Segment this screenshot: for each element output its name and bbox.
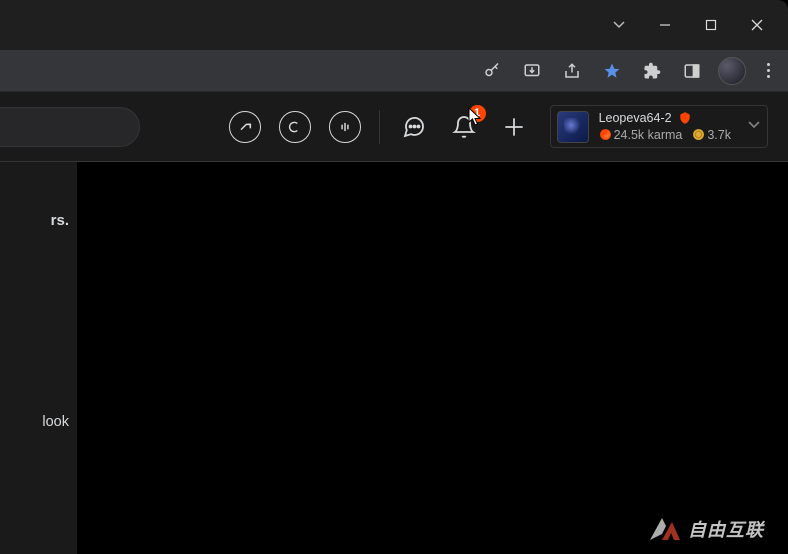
window-titlebar bbox=[0, 0, 788, 50]
browser-toolbar bbox=[0, 50, 788, 92]
profile-avatar[interactable] bbox=[718, 57, 746, 85]
sidebar-text-fragment: rs. bbox=[0, 212, 77, 229]
talk-icon[interactable] bbox=[329, 111, 361, 143]
extensions-icon[interactable] bbox=[638, 57, 666, 85]
chat-icon[interactable] bbox=[398, 111, 430, 143]
share-icon[interactable] bbox=[558, 57, 586, 85]
sidepanel-icon[interactable] bbox=[678, 57, 706, 85]
minimize-button[interactable] bbox=[642, 10, 688, 40]
tab-search-dropdown[interactable] bbox=[602, 10, 636, 40]
page-content: rs. look bbox=[0, 162, 788, 554]
divider bbox=[379, 110, 380, 144]
user-menu[interactable]: Leopeva64-2 24.5k karma 3.7k bbox=[550, 105, 768, 148]
coins-icon bbox=[692, 128, 705, 141]
karma-value: 24.5k karma bbox=[614, 127, 683, 143]
watermark: 自由互联 bbox=[648, 514, 764, 544]
karma-icon bbox=[599, 128, 612, 141]
user-avatar bbox=[557, 111, 589, 143]
notifications-icon[interactable]: 1 bbox=[448, 111, 480, 143]
search-input[interactable] bbox=[0, 107, 140, 147]
create-post-button[interactable] bbox=[498, 111, 530, 143]
coins-value: 3.7k bbox=[707, 127, 731, 143]
coin-icon[interactable] bbox=[279, 111, 311, 143]
watermark-text: 自由互联 bbox=[688, 516, 764, 542]
install-icon[interactable] bbox=[518, 57, 546, 85]
sidebar-text-fragment: look bbox=[0, 414, 77, 430]
notification-badge: 1 bbox=[469, 105, 486, 122]
maximize-button[interactable] bbox=[688, 10, 734, 40]
key-icon[interactable] bbox=[478, 57, 506, 85]
user-info: Leopeva64-2 24.5k karma 3.7k bbox=[599, 110, 731, 143]
site-header: 1 Leopeva64-2 24.5k karma bbox=[0, 92, 788, 162]
shield-icon bbox=[678, 111, 692, 125]
username: Leopeva64-2 bbox=[599, 110, 672, 126]
header-actions: 1 bbox=[229, 110, 530, 144]
popular-icon[interactable] bbox=[229, 111, 261, 143]
chevron-down-icon bbox=[747, 117, 761, 136]
bookmark-star-icon[interactable] bbox=[598, 57, 626, 85]
left-sidebar: rs. look bbox=[0, 162, 77, 554]
chrome-menu-button[interactable] bbox=[758, 63, 778, 78]
close-button[interactable] bbox=[734, 10, 780, 40]
